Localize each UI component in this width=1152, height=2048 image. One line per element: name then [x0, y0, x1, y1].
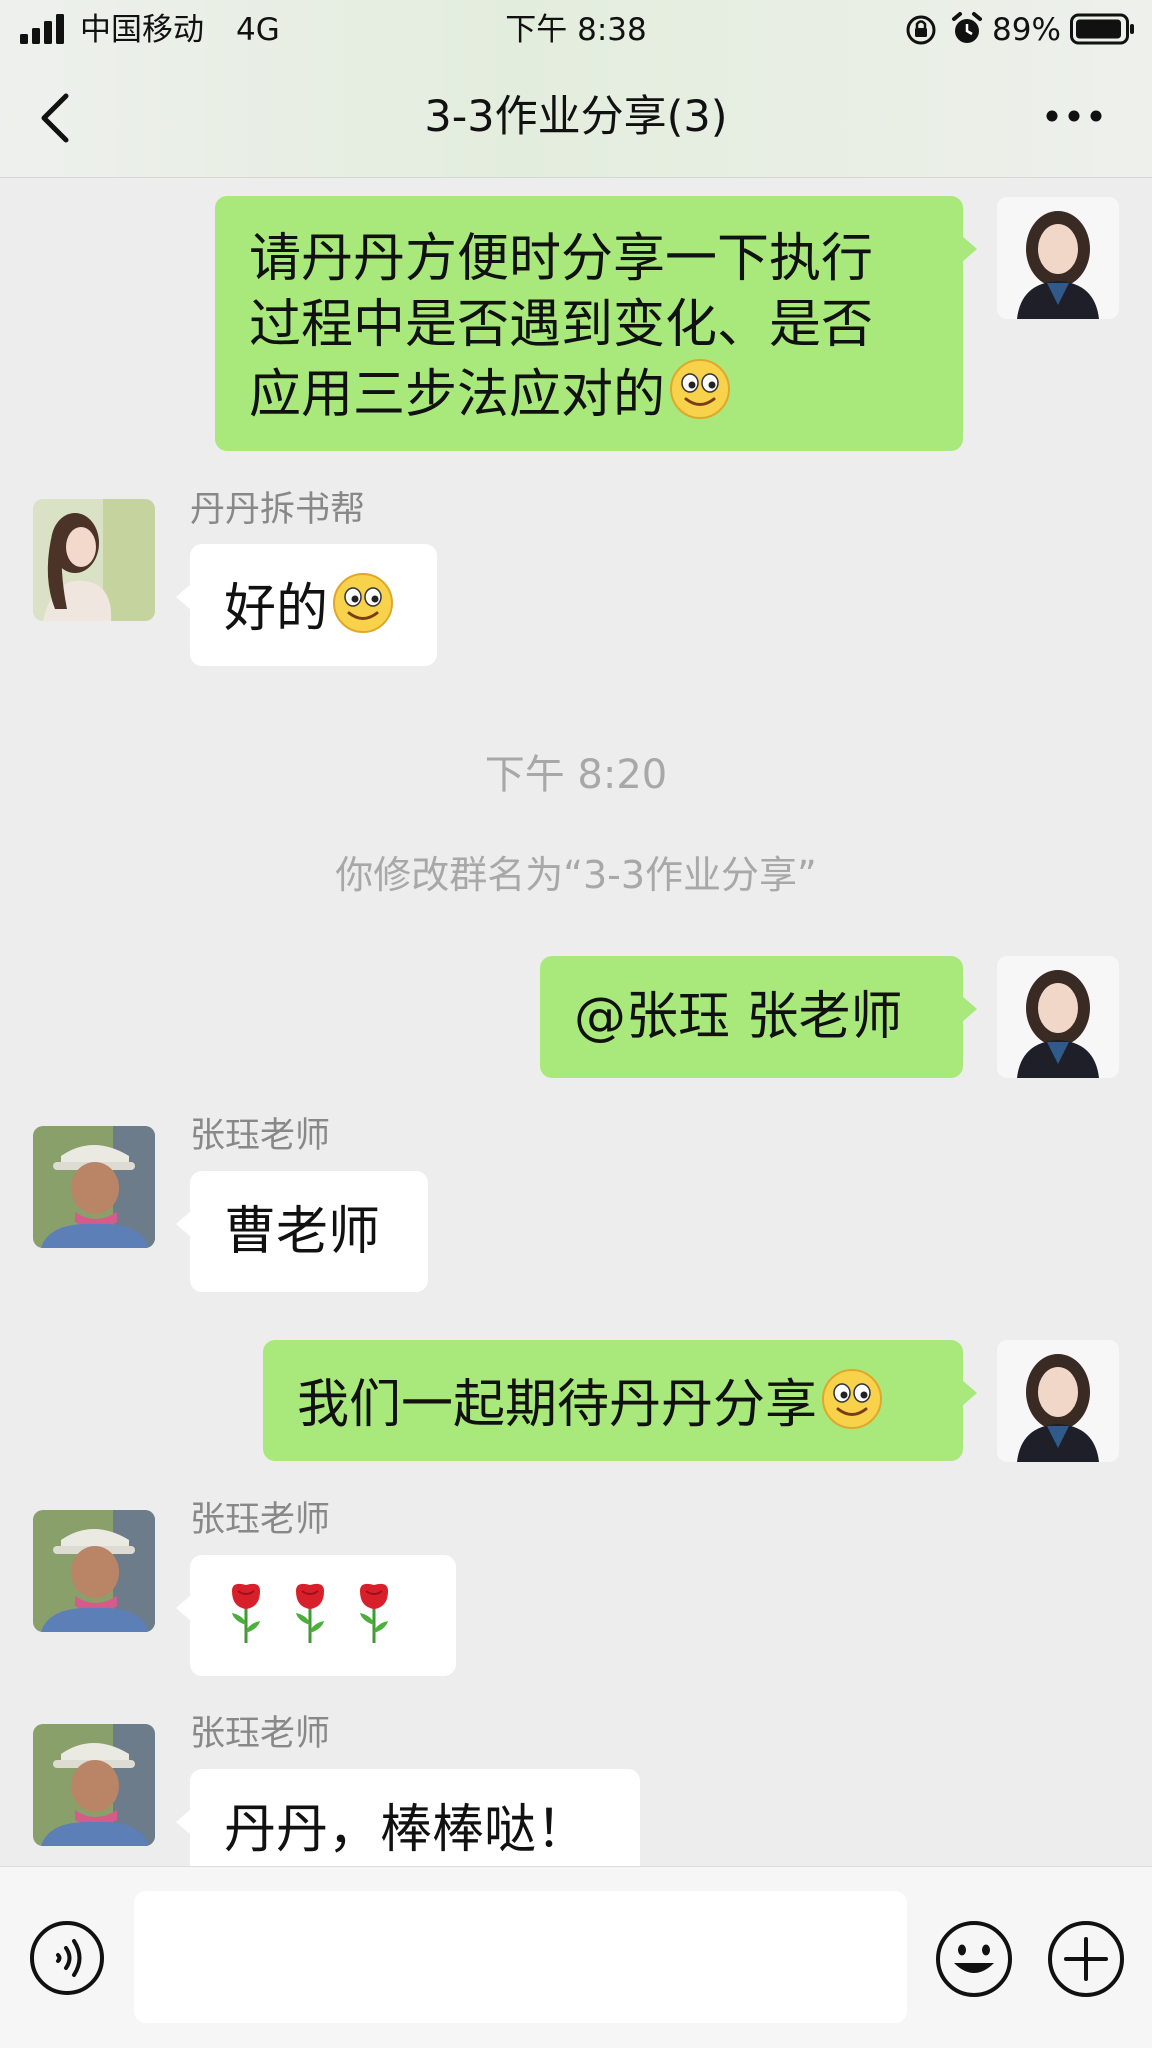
message-text: 曹老师: [224, 1202, 381, 1262]
sender-name: 张珏老师: [190, 1714, 331, 1754]
carrier-label: 中国移动: [80, 12, 204, 48]
my-avatar[interactable]: [997, 197, 1119, 319]
message-text: @张珏 张老师: [574, 987, 903, 1047]
battery-percent: 89%: [992, 12, 1061, 48]
rotation-lock-icon: [906, 15, 936, 45]
timestamp: 下午 8:20: [484, 752, 668, 798]
incoming-message-bubble[interactable]: 好的: [176, 544, 437, 666]
rose-emoji: [230, 1582, 262, 1645]
message-input[interactable]: [134, 1891, 907, 2023]
rose-emoji: [358, 1582, 390, 1645]
message-text: 丹丹，棒棒哒！: [224, 1800, 589, 1860]
my-avatar[interactable]: [997, 1340, 1119, 1462]
alarm-icon: [952, 12, 982, 43]
chevron-left-icon[interactable]: [36, 90, 76, 146]
rose-emoji: [294, 1582, 326, 1645]
battery-icon: [1070, 13, 1134, 45]
system-notice: 你修改群名为“3-3作业分享”: [335, 853, 817, 897]
message-text: 好的: [224, 579, 329, 639]
network-label: 4G: [236, 12, 280, 48]
sender-name: 张珏老师: [190, 1500, 331, 1540]
chat-title: 3-3作业分享(3): [424, 92, 728, 142]
outgoing-message-bubble[interactable]: 请丹丹方便时分享一下执行 过程中是否遇到变化、是否 应用三步法应对的: [215, 196, 977, 451]
my-avatar[interactable]: [997, 956, 1119, 1078]
message-line: 请丹丹方便时分享一下执行: [249, 229, 874, 289]
sender-name: 张珏老师: [190, 1116, 331, 1156]
smile-emoji: [669, 358, 731, 420]
plus-icon[interactable]: [1046, 1919, 1126, 1999]
input-bar: [0, 1866, 1152, 2048]
smile-emoji: [821, 1368, 883, 1430]
sender-name: 丹丹拆书帮: [190, 490, 366, 530]
outgoing-message-bubble[interactable]: 我们一起期待丹丹分享: [263, 1340, 977, 1461]
sender-avatar[interactable]: [33, 1510, 155, 1632]
incoming-message-bubble[interactable]: [176, 1555, 456, 1676]
more-dots-icon[interactable]: [1042, 104, 1106, 128]
sender-avatar[interactable]: [33, 1126, 155, 1248]
outgoing-message-bubble[interactable]: @张珏 张老师: [540, 956, 977, 1078]
voice-icon[interactable]: [28, 1919, 106, 1997]
incoming-message-bubble[interactable]: 曹老师: [176, 1171, 428, 1292]
top-bar: 中国移动 4G 下午 8:38 89% 3-3作业分享(3): [0, 0, 1152, 178]
emoji-icon[interactable]: [934, 1919, 1014, 1999]
message-text: 我们一起期待丹丹分享: [297, 1375, 818, 1435]
sender-avatar[interactable]: [33, 1724, 155, 1846]
message-line: 过程中是否遇到变化、是否: [249, 295, 874, 355]
signal-icon: [20, 14, 64, 44]
sender-avatar[interactable]: [33, 499, 155, 621]
message-line: 应用三步法应对的: [249, 358, 929, 428]
smile-emoji: [332, 572, 394, 634]
